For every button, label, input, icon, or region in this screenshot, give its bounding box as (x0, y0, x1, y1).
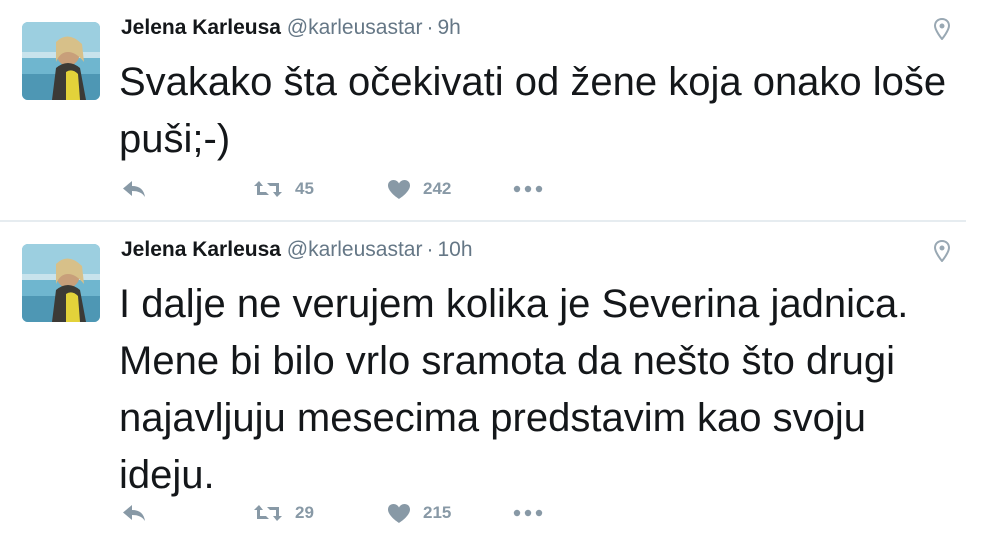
location-pin-icon[interactable] (933, 239, 951, 263)
separator: · (426, 238, 434, 261)
retweet-icon (254, 505, 282, 521)
tweet-card[interactable]: Jelena Karleusa @karleusastar · 9h Svakako… (0, 0, 966, 222)
like-count: 242 (423, 179, 452, 198)
tweet-timestamp[interactable]: 9h (437, 16, 460, 39)
author-name[interactable]: Jelena Karleusa (121, 238, 281, 261)
retweet-count: 29 (295, 503, 314, 522)
heart-icon (388, 179, 410, 199)
author-handle[interactable]: @karleusastar (287, 238, 423, 261)
tweet-header: Jelena Karleusa @karleusastar · 9h (121, 16, 461, 40)
like-button[interactable]: 242 (387, 179, 513, 200)
tweet-header: Jelena Karleusa @karleusastar · 10h (121, 238, 473, 262)
separator: · (426, 16, 434, 39)
avatar[interactable] (22, 244, 100, 322)
retweet-button[interactable]: 45 (253, 179, 387, 199)
more-dots-icon (513, 509, 543, 517)
reply-button[interactable] (121, 504, 253, 522)
more-button[interactable] (513, 509, 543, 517)
heart-icon (388, 503, 410, 523)
retweet-count: 45 (295, 179, 314, 198)
tweet-text: Svakako šta očekivati od žene koja onako… (119, 60, 947, 161)
tweet-card[interactable]: Jelena Karleusa @karleusastar · 10h I dalj… (0, 222, 966, 544)
avatar[interactable] (22, 22, 100, 100)
retweet-button[interactable]: 29 (253, 503, 387, 523)
tweet-timestamp[interactable]: 10h (437, 238, 472, 261)
reply-icon (123, 505, 145, 521)
more-dots-icon (513, 185, 543, 193)
author-name[interactable]: Jelena Karleusa (121, 16, 281, 39)
tweet-actions: 29 215 (121, 498, 543, 528)
tweet-timeline: Jelena Karleusa @karleusastar · 9h Svakako… (0, 0, 1000, 544)
reply-button[interactable] (121, 180, 253, 198)
like-button[interactable]: 215 (387, 503, 513, 524)
author-handle[interactable]: @karleusastar (287, 16, 423, 39)
tweet-text: I dalje ne verujem kolika je Severina ja… (119, 282, 909, 497)
more-button[interactable] (513, 185, 543, 193)
location-pin-icon[interactable] (933, 17, 951, 41)
tweet-actions: 45 242 (121, 174, 543, 204)
retweet-icon (254, 181, 282, 197)
like-count: 215 (423, 503, 452, 522)
reply-icon (123, 181, 145, 197)
